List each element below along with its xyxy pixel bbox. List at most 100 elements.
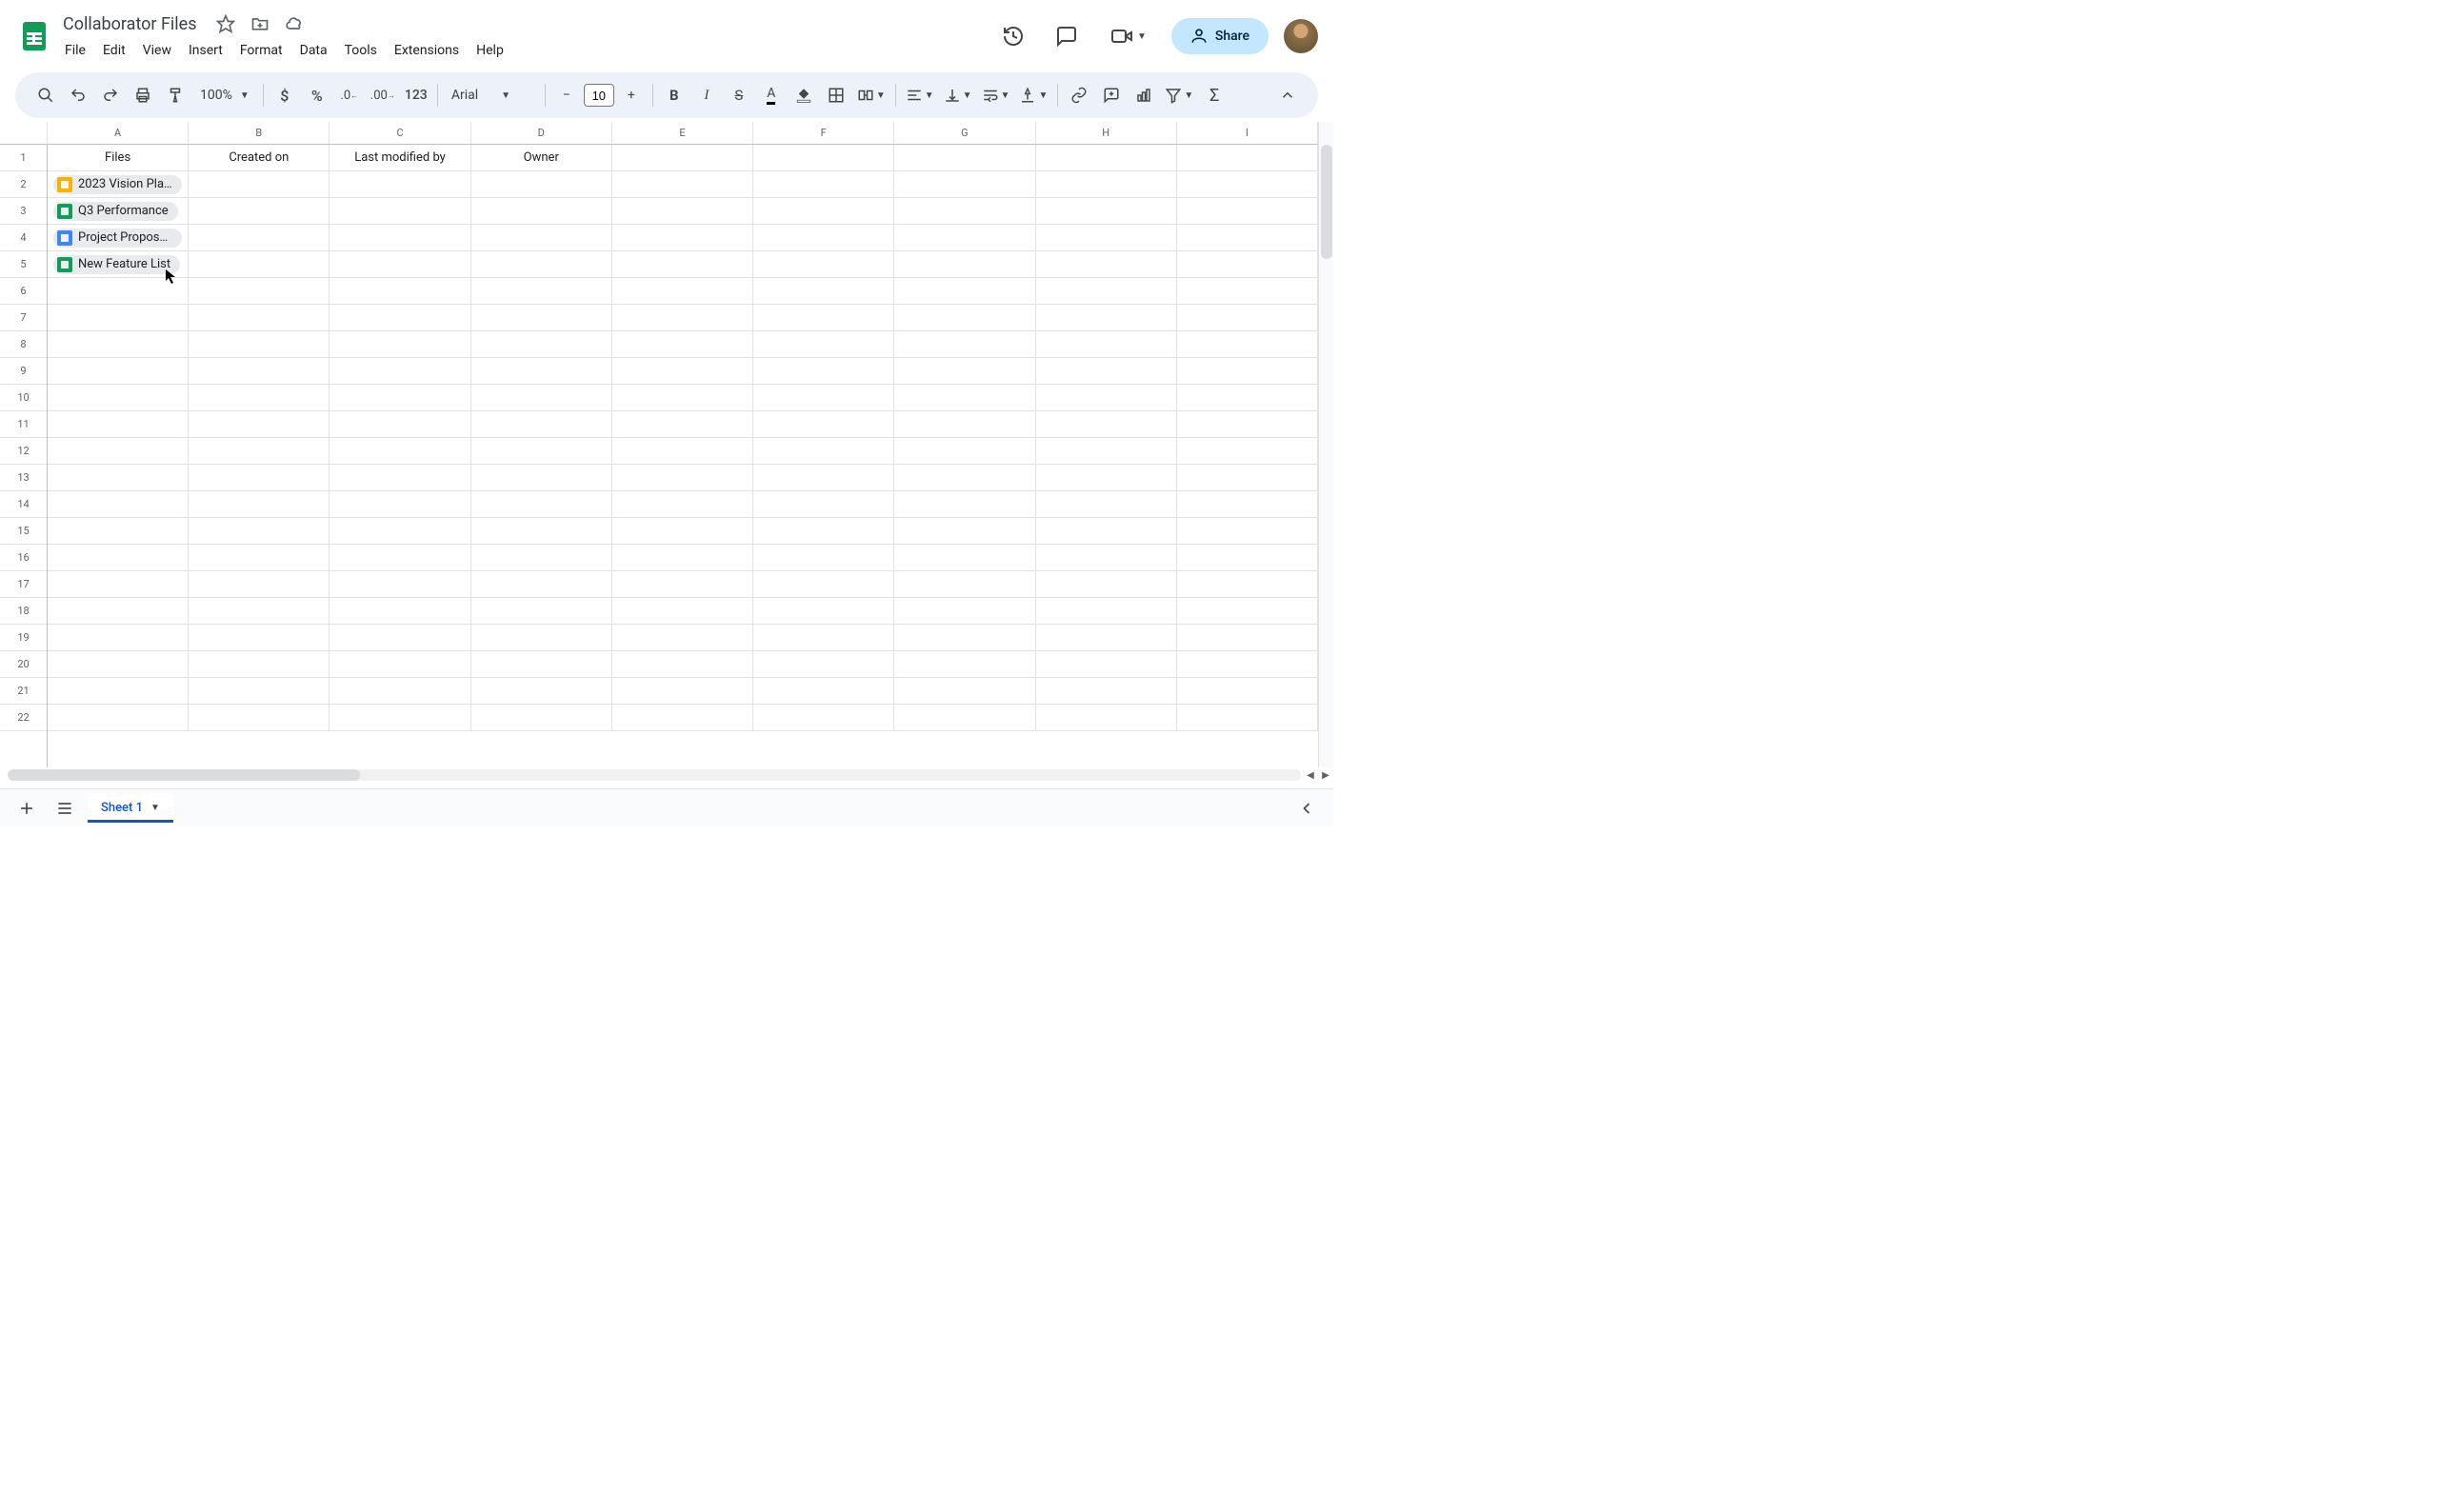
cell[interactable] (471, 358, 612, 384)
cell[interactable] (48, 385, 189, 410)
cell[interactable] (1036, 278, 1177, 304)
row-header[interactable]: 22 (0, 705, 47, 731)
cell[interactable] (1036, 411, 1177, 437)
cell[interactable] (753, 171, 894, 197)
cell[interactable] (189, 225, 330, 250)
cell[interactable] (1036, 358, 1177, 384)
share-button[interactable]: Share (1171, 18, 1269, 54)
cell[interactable] (471, 625, 612, 650)
cell[interactable] (753, 651, 894, 677)
cell[interactable]: 2023 Vision Plan... (48, 171, 189, 197)
cell[interactable] (48, 305, 189, 330)
cell[interactable] (1036, 651, 1177, 677)
filter-icon[interactable]: ▼ (1161, 80, 1197, 110)
cell[interactable] (1036, 171, 1177, 197)
menu-tools[interactable]: Tools (337, 39, 385, 62)
file-chip[interactable]: 2023 Vision Plan... (53, 175, 182, 194)
cell[interactable] (894, 251, 1035, 277)
redo-icon[interactable] (95, 80, 126, 110)
cell[interactable] (1036, 491, 1177, 517)
cell[interactable] (1036, 225, 1177, 250)
menu-view[interactable]: View (135, 39, 179, 62)
bold-icon[interactable]: B (659, 80, 689, 110)
document-title[interactable]: Collaborator Files (57, 12, 203, 36)
cell[interactable] (612, 678, 753, 704)
cell[interactable] (753, 198, 894, 224)
cell[interactable]: Project Proposa... (48, 225, 189, 250)
column-header[interactable]: F (753, 122, 894, 144)
cell[interactable] (330, 198, 470, 224)
menu-file[interactable]: File (57, 39, 93, 62)
cell[interactable] (189, 491, 330, 517)
number-format-button[interactable]: 123 (401, 80, 431, 110)
cell[interactable] (330, 331, 470, 357)
cell[interactable] (1177, 465, 1318, 490)
cell[interactable] (48, 465, 189, 490)
cell[interactable] (753, 411, 894, 437)
cell[interactable] (1177, 491, 1318, 517)
cell[interactable] (48, 625, 189, 650)
cell[interactable] (330, 465, 470, 490)
row-header[interactable]: 2 (0, 171, 47, 198)
cell[interactable] (189, 598, 330, 624)
menu-help[interactable]: Help (469, 39, 511, 62)
link-icon[interactable] (1064, 80, 1094, 110)
cell[interactable]: Last modified by (330, 145, 470, 170)
undo-icon[interactable] (63, 80, 93, 110)
cell[interactable] (753, 491, 894, 517)
cell[interactable] (471, 571, 612, 597)
cell[interactable] (612, 491, 753, 517)
cell[interactable]: Files (48, 145, 189, 170)
cell[interactable] (894, 278, 1035, 304)
cell[interactable] (753, 305, 894, 330)
cell[interactable] (471, 678, 612, 704)
cell[interactable] (612, 145, 753, 170)
cell[interactable] (753, 145, 894, 170)
row-header[interactable]: 18 (0, 598, 47, 625)
cell[interactable] (612, 358, 753, 384)
history-icon[interactable] (994, 17, 1032, 55)
cell[interactable] (189, 678, 330, 704)
decrease-font-icon[interactable]: − (551, 80, 582, 110)
cell[interactable] (1036, 465, 1177, 490)
cell[interactable] (189, 385, 330, 410)
file-chip[interactable]: Q3 Performance (53, 202, 178, 221)
cell[interactable] (612, 571, 753, 597)
cell[interactable] (1177, 545, 1318, 570)
cell[interactable] (330, 678, 470, 704)
explore-icon[interactable] (1291, 793, 1322, 824)
cell[interactable] (1177, 438, 1318, 464)
cell[interactable] (330, 251, 470, 277)
cell[interactable] (894, 385, 1035, 410)
text-wrap-icon[interactable]: ▼ (978, 80, 1014, 110)
cell[interactable] (330, 518, 470, 544)
column-header[interactable]: H (1036, 122, 1177, 144)
cell[interactable] (894, 491, 1035, 517)
cell[interactable] (753, 438, 894, 464)
cell[interactable] (471, 331, 612, 357)
sheet-tab[interactable]: Sheet 1 ▼ (88, 793, 173, 823)
paint-format-icon[interactable] (160, 80, 190, 110)
cell[interactable] (753, 251, 894, 277)
cell[interactable] (894, 331, 1035, 357)
cell[interactable] (894, 198, 1035, 224)
cell[interactable] (471, 198, 612, 224)
cell[interactable] (330, 225, 470, 250)
cell[interactable] (894, 465, 1035, 490)
cloud-status-icon[interactable] (283, 12, 306, 35)
strikethrough-icon[interactable]: S (724, 80, 754, 110)
font-select[interactable]: Arial ▼ (444, 88, 539, 103)
menu-extensions[interactable]: Extensions (387, 39, 467, 62)
cell[interactable] (189, 171, 330, 197)
cell[interactable] (753, 545, 894, 570)
column-header[interactable]: A (48, 122, 189, 144)
cell[interactable] (189, 278, 330, 304)
decrease-decimal-icon[interactable]: .0← (334, 80, 365, 110)
cell[interactable] (48, 438, 189, 464)
cell[interactable] (1036, 598, 1177, 624)
cell[interactable] (471, 598, 612, 624)
cell[interactable] (894, 625, 1035, 650)
cell[interactable] (753, 678, 894, 704)
collapse-toolbar-icon[interactable] (1272, 80, 1303, 110)
cell[interactable] (330, 625, 470, 650)
